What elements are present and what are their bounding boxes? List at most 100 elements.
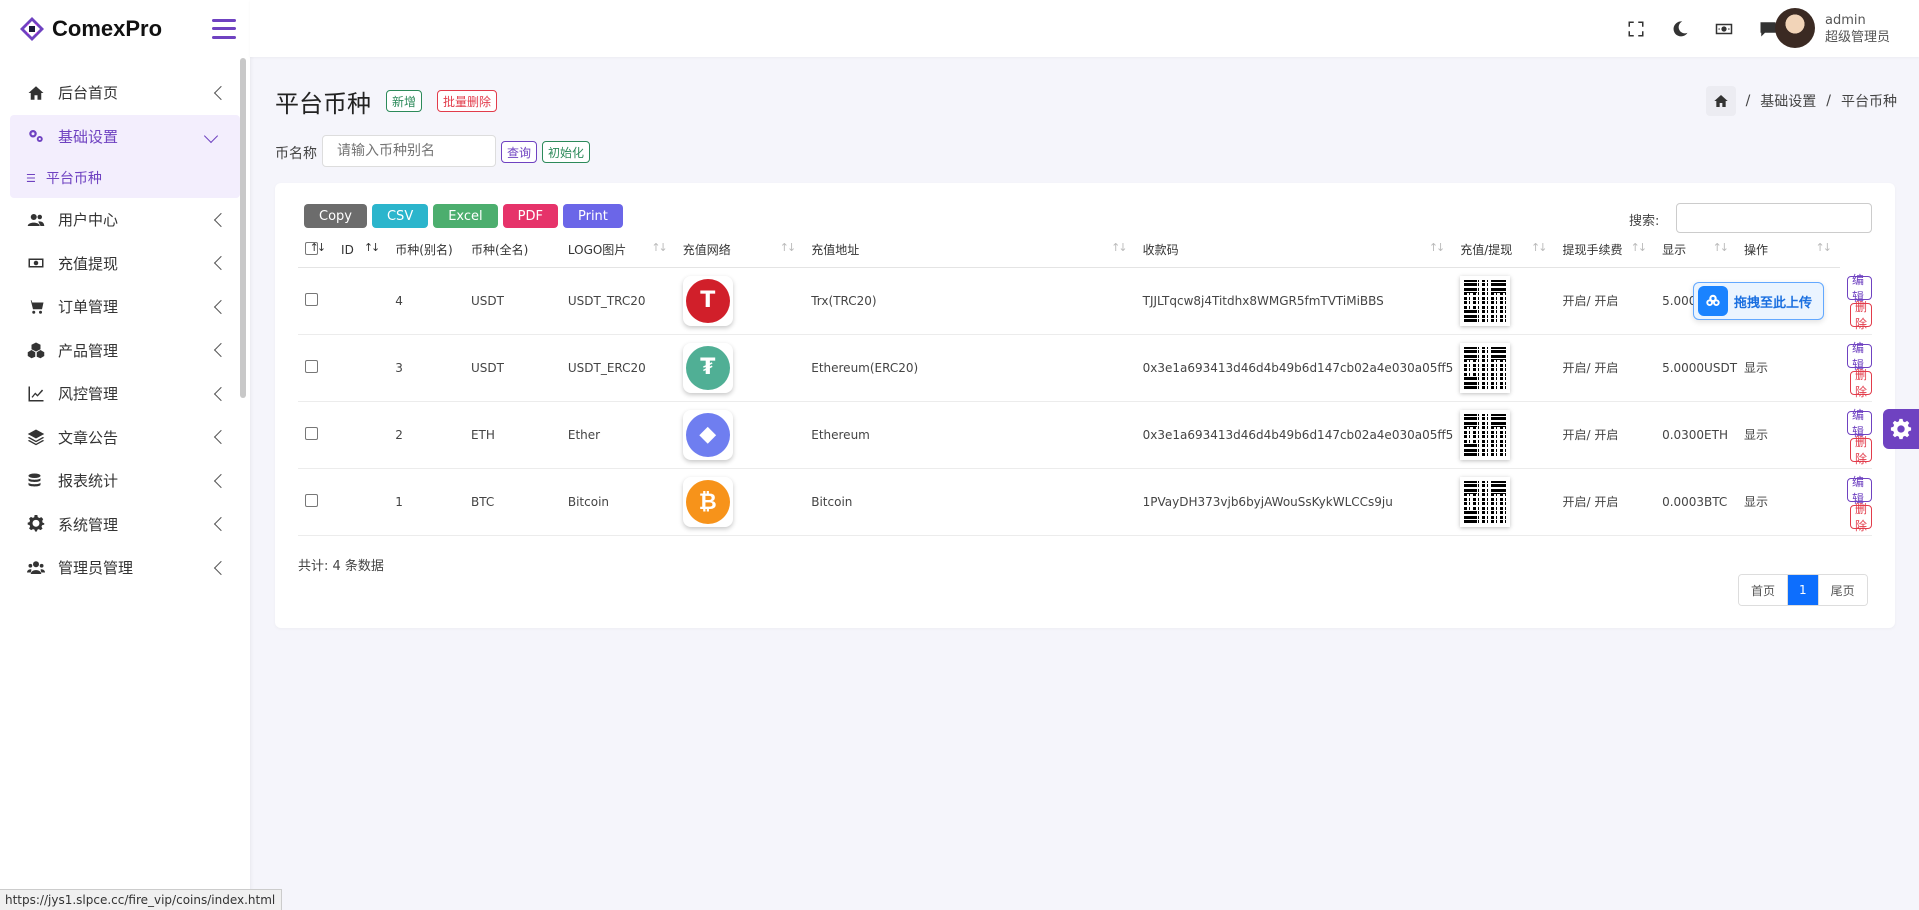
cell-id: 2 bbox=[388, 401, 464, 469]
qr-code[interactable] bbox=[1460, 476, 1511, 527]
delete-button[interactable]: 删除 bbox=[1849, 368, 1872, 399]
user-info[interactable]: admin 超级管理员 bbox=[1825, 12, 1890, 46]
row-checkbox[interactable] bbox=[305, 426, 318, 440]
pdf-button[interactable]: PDF bbox=[502, 204, 558, 228]
sidebar-item-articles[interactable]: 文章公告 bbox=[0, 416, 250, 460]
coin-logo[interactable]: ₿ bbox=[682, 476, 733, 527]
last-page-button[interactable]: 尾页 bbox=[1817, 575, 1867, 605]
layers-icon bbox=[26, 428, 46, 446]
cell-status: 开启/ 开启 bbox=[1555, 468, 1656, 536]
cell-fee: 5.0000USDT bbox=[1655, 334, 1738, 402]
coin-logo[interactable]: ₮ bbox=[682, 342, 733, 393]
sidebar-item-risk-control[interactable]: 风控管理 bbox=[0, 372, 250, 416]
column-header[interactable]: 操作 ↑↓ bbox=[1737, 233, 1840, 268]
app-logo[interactable]: ComexPro bbox=[18, 15, 162, 43]
delete-button[interactable]: 删除 bbox=[1849, 300, 1872, 331]
first-page-button[interactable]: 首页 bbox=[1739, 575, 1788, 605]
coin-logo[interactable]: ◆ bbox=[682, 409, 733, 460]
column-header[interactable]: 币种(别名) bbox=[388, 233, 464, 268]
column-header[interactable]: 显示 ↑↓ bbox=[1655, 233, 1738, 268]
qr-code-icon bbox=[1464, 480, 1507, 523]
sidebar-subitem-platform-coins[interactable]: ☰ 平台币种 bbox=[10, 158, 240, 198]
search-input[interactable] bbox=[1676, 203, 1872, 233]
breadcrumb-item[interactable]: 基础设置 bbox=[1760, 91, 1816, 111]
sidebar-item-users[interactable]: 用户中心 bbox=[0, 198, 250, 242]
cubes-icon bbox=[26, 341, 46, 359]
column-header[interactable]: 币种(全名) bbox=[463, 233, 561, 268]
edit-button[interactable]: 编辑 bbox=[1846, 341, 1872, 372]
table-row[interactable]: 4 USDT USDT_TRC20 T Trx(TRC20) TJJLTqcw8… bbox=[298, 267, 1872, 335]
page-1-button[interactable]: 1 bbox=[1787, 575, 1818, 605]
sidebar-item-orders[interactable]: 订单管理 bbox=[0, 285, 250, 329]
batch-delete-button[interactable]: 批量删除 bbox=[437, 90, 498, 112]
table-row[interactable]: 3 USDT USDT_ERC20 ₮ Ethereum(ERC20) 0x3e… bbox=[298, 334, 1872, 402]
sort-icon[interactable]: ↑↓ bbox=[310, 241, 327, 254]
row-checkbox[interactable] bbox=[305, 493, 318, 507]
sidebar-item-label: 系统管理 bbox=[58, 515, 119, 534]
sidebar-item-reports[interactable]: 报表统计 bbox=[0, 459, 250, 503]
cell-id: 1 bbox=[388, 468, 464, 536]
qr-code[interactable] bbox=[1460, 409, 1511, 460]
edit-button[interactable]: 编辑 bbox=[1846, 408, 1872, 439]
chevron-left-icon bbox=[213, 212, 229, 227]
chevron-left-icon bbox=[213, 343, 229, 358]
edit-button[interactable]: 编辑 bbox=[1846, 475, 1872, 506]
cell-status: 开启/ 开启 bbox=[1555, 334, 1656, 402]
column-header-label: 币种(别名) bbox=[395, 243, 453, 258]
column-header[interactable]: 收款码 ↑↓ bbox=[1135, 233, 1454, 268]
moon-icon[interactable] bbox=[1669, 18, 1691, 40]
row-checkbox[interactable] bbox=[305, 359, 318, 373]
cell-id: 4 bbox=[388, 267, 464, 335]
sidebar-item-label: 后台首页 bbox=[58, 84, 119, 103]
home-icon[interactable] bbox=[1705, 86, 1736, 116]
column-header[interactable]: 充值/提现 ↑↓ bbox=[1453, 233, 1556, 268]
delete-button[interactable]: 删除 bbox=[1849, 502, 1872, 533]
sidebar-item-label: 管理员管理 bbox=[58, 559, 134, 578]
sidebar-item-admins[interactable]: 管理员管理 bbox=[0, 546, 250, 590]
excel-button[interactable]: Excel bbox=[433, 204, 498, 228]
user-group-icon bbox=[26, 559, 46, 577]
qr-code[interactable] bbox=[1460, 275, 1511, 326]
query-button[interactable]: 查询 bbox=[501, 141, 538, 163]
table-row[interactable]: 2 ETH Ether ◆ Ethereum 0x3e1a693413d46d4… bbox=[298, 401, 1872, 469]
column-header[interactable]: 提现手续费 ↑↓ bbox=[1555, 233, 1656, 268]
sidebar-item-deposit-withdraw[interactable]: 充值提现 bbox=[0, 242, 250, 286]
delete-button[interactable]: 删除 bbox=[1849, 435, 1872, 466]
sidebar-item-products[interactable]: 产品管理 bbox=[0, 329, 250, 373]
sidebar-item-basic-settings[interactable]: 基础设置 bbox=[10, 114, 240, 158]
logo-bar: ComexPro bbox=[0, 0, 250, 57]
column-header[interactable]: ID ↑↓ bbox=[334, 233, 389, 268]
init-button[interactable]: 初始化 bbox=[542, 141, 591, 163]
column-header[interactable]: 充值地址 ↑↓ bbox=[804, 233, 1136, 268]
settings-gear-button[interactable] bbox=[1883, 409, 1919, 449]
csv-button[interactable]: CSV bbox=[371, 204, 429, 228]
page-title: 平台币种 bbox=[275, 90, 371, 118]
breadcrumb: / 基础设置 / 平台币种 bbox=[1705, 86, 1897, 116]
menu-toggle-icon[interactable] bbox=[212, 18, 236, 39]
print-button[interactable]: Print bbox=[562, 204, 623, 228]
copy-button[interactable]: Copy bbox=[304, 204, 367, 228]
qr-code[interactable] bbox=[1460, 342, 1511, 393]
add-button[interactable]: 新增 bbox=[386, 90, 423, 112]
money-bill-icon[interactable] bbox=[1713, 18, 1735, 40]
chevron-down-icon bbox=[203, 129, 219, 144]
coins-table: ↑↓ ID ↑↓ 币种(别名) 币种(全名) LOGO图片 ↑↓ 充值网络 ↑↓ 充值… bbox=[298, 233, 1872, 536]
coin-name-input[interactable] bbox=[322, 135, 496, 167]
chevron-left-icon bbox=[213, 473, 229, 488]
fullscreen-icon[interactable] bbox=[1625, 18, 1647, 40]
table-row[interactable]: 1 BTC Bitcoin ₿ Bitcoin 1PVayDH373vjb6by… bbox=[298, 468, 1872, 536]
column-header-label: LOGO图片 bbox=[567, 243, 627, 258]
sidebar-item-home[interactable]: 后台首页 bbox=[0, 71, 250, 115]
row-checkbox[interactable] bbox=[305, 292, 318, 306]
column-header[interactable]: LOGO图片 ↑↓ bbox=[560, 233, 676, 268]
list-icon: ☰ bbox=[26, 171, 36, 185]
drag-upload-widget[interactable]: 拖拽至此上传 bbox=[1693, 282, 1824, 320]
sidebar-item-system[interactable]: 系统管理 bbox=[0, 503, 250, 547]
edit-button[interactable]: 编辑 bbox=[1846, 273, 1872, 304]
chevron-left-icon bbox=[213, 430, 229, 445]
sort-icon: ↑↓ bbox=[1531, 241, 1548, 254]
coin-logo[interactable]: T bbox=[682, 275, 733, 326]
avatar[interactable] bbox=[1775, 8, 1815, 48]
users-icon bbox=[26, 211, 46, 229]
column-header[interactable]: 充值网络 ↑↓ bbox=[675, 233, 805, 268]
